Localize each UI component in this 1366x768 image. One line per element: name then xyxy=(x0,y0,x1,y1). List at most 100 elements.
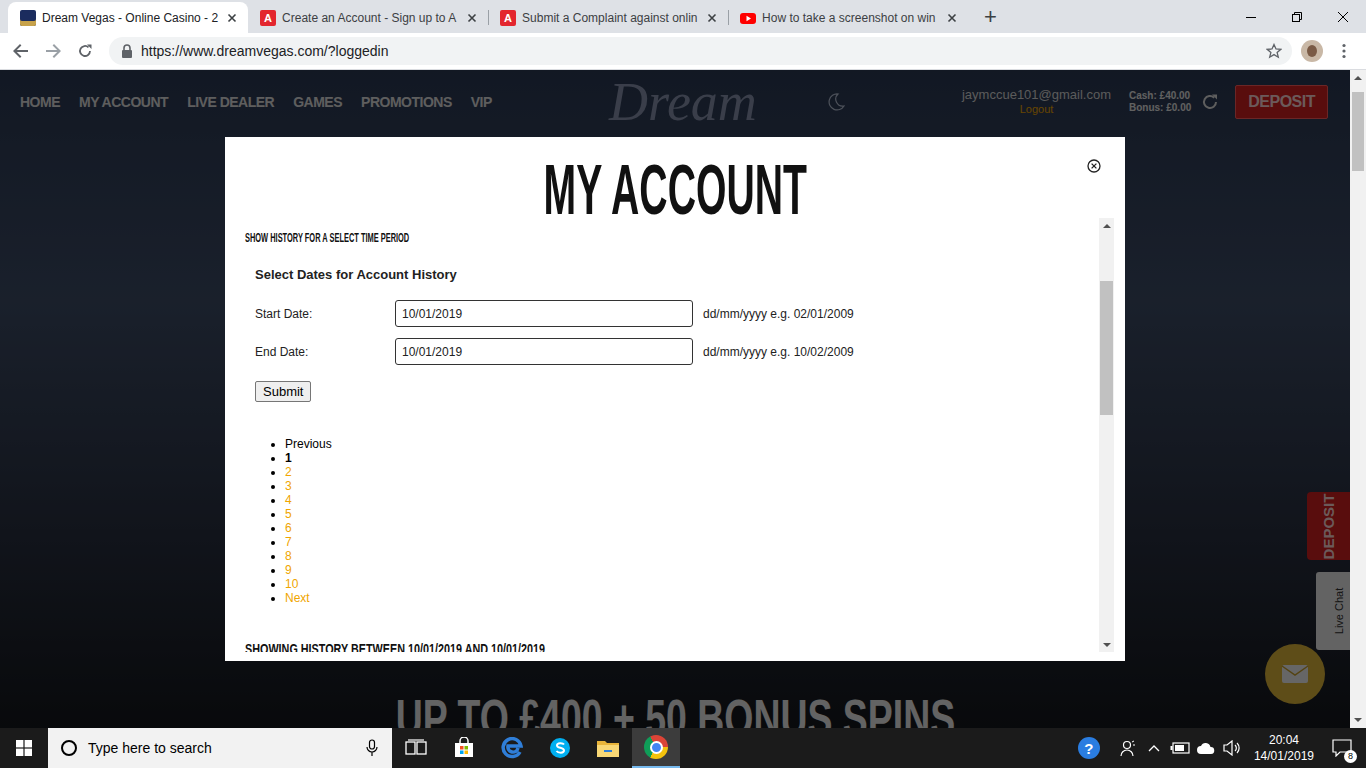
pagination-label: 7 xyxy=(285,535,292,549)
date-input[interactable] xyxy=(395,300,693,327)
browser-toolbar: https://www.dreamvegas.com/?loggedin xyxy=(0,33,1366,70)
desktop-screen: Dream Vegas - Online Casino - 2ACreate a… xyxy=(0,0,1366,768)
close-tab-icon[interactable] xyxy=(464,10,480,26)
lock-icon xyxy=(121,44,133,58)
reload-icon xyxy=(77,43,93,59)
down-arrow-icon xyxy=(1103,643,1111,647)
system-tray: ? 20:0414/01/2019 8 xyxy=(1078,728,1366,768)
close-tab-icon[interactable] xyxy=(944,10,960,26)
page-scroll-down[interactable] xyxy=(1350,712,1366,728)
page-scroll-thumb[interactable] xyxy=(1352,92,1364,170)
taskbar-app[interactable] xyxy=(392,728,440,768)
new-tab-button[interactable]: + xyxy=(972,0,1009,33)
scroll-down-button[interactable] xyxy=(1099,637,1114,652)
search-placeholder: Type here to search xyxy=(88,740,356,756)
taskbar-app[interactable] xyxy=(536,728,584,768)
pagination-item[interactable]: 9 xyxy=(285,563,1099,577)
scroll-up-button[interactable] xyxy=(1099,218,1114,233)
section-heading: SHOW HISTORY FOR A SELECT TIME PERIOD xyxy=(245,231,774,245)
pagination-item[interactable]: 2 xyxy=(285,465,1099,479)
restore-icon xyxy=(1292,12,1302,22)
onedrive-button[interactable] xyxy=(1194,741,1218,755)
pagination-item[interactable]: 7 xyxy=(285,535,1099,549)
browser-window: Dream Vegas - Online Casino - 2ACreate a… xyxy=(0,0,1366,728)
tab-strip-space xyxy=(1009,0,1228,33)
browser-tab[interactable]: Dream Vegas - Online Casino - 2 xyxy=(8,2,248,33)
browser-tab[interactable]: How to take a screenshot on win xyxy=(728,2,968,33)
down-arrow-icon xyxy=(1354,718,1362,722)
minimize-button[interactable] xyxy=(1228,0,1274,33)
date-input[interactable] xyxy=(395,338,693,365)
people-button[interactable] xyxy=(1116,739,1140,757)
pagination-label: 6 xyxy=(285,521,292,535)
action-center-button[interactable]: 8 xyxy=(1324,728,1360,768)
form-title: Select Dates for Account History xyxy=(255,267,1099,283)
search-circle-icon xyxy=(60,739,78,757)
forward-button[interactable] xyxy=(37,35,69,67)
taskbar-search[interactable]: Type here to search xyxy=(48,728,392,768)
close-tab-icon[interactable] xyxy=(704,10,720,26)
browser-tab[interactable]: ACreate an Account - Sign up to A xyxy=(248,2,488,33)
tab-list: Dream Vegas - Online Casino - 2ACreate a… xyxy=(0,0,968,33)
modal-scroll-area: SHOW HISTORY FOR A SELECT TIME PERIOD Sel… xyxy=(225,218,1099,652)
pagination-label: 1 xyxy=(285,451,292,465)
history-form: Select Dates for Account History Start Da… xyxy=(245,267,1099,402)
submit-button[interactable]: Submit xyxy=(255,381,311,402)
chevron-up-icon xyxy=(1148,744,1160,752)
reload-button[interactable] xyxy=(69,35,101,67)
browser-tab[interactable]: ASubmit a Complaint against onlin xyxy=(488,2,728,33)
modal-scrollbar[interactable] xyxy=(1099,218,1114,652)
skype-icon xyxy=(549,737,571,759)
pagination-item[interactable]: 3 xyxy=(285,479,1099,493)
pagination-label: 10 xyxy=(285,577,298,591)
star-icon[interactable] xyxy=(1266,43,1282,59)
forward-arrow-icon xyxy=(45,43,61,59)
pagination-label: 4 xyxy=(285,493,292,507)
start-button[interactable] xyxy=(0,728,48,768)
pagination-item: Previous xyxy=(285,437,1099,451)
page-scrollbar[interactable] xyxy=(1350,70,1366,728)
battery-button[interactable] xyxy=(1168,742,1192,754)
pagination-item[interactable]: 5 xyxy=(285,507,1099,521)
task-view-icon xyxy=(405,739,427,757)
pagination-item[interactable]: 10 xyxy=(285,577,1099,591)
youtube-favicon-icon xyxy=(740,10,756,26)
results-heading: SHOWING HISTORY BETWEEN 10/01/2019 AND 1… xyxy=(245,640,860,652)
casino-site: HOMEMY ACCOUNTLIVE DEALERGAMESPROMOTIONS… xyxy=(0,70,1350,728)
close-circle-icon[interactable] xyxy=(1087,159,1101,173)
profile-button[interactable] xyxy=(1296,35,1328,67)
pagination-item[interactable]: Next xyxy=(285,591,1099,605)
close-tab-icon[interactable] xyxy=(224,10,240,26)
askgamblers-favicon-icon: A xyxy=(500,10,516,26)
page-scroll-track[interactable] xyxy=(1350,86,1366,712)
close-window-button[interactable] xyxy=(1320,0,1366,33)
taskbar-app[interactable] xyxy=(488,728,536,768)
taskbar-app[interactable] xyxy=(584,728,632,768)
field-label: End Date: xyxy=(255,345,395,359)
volume-button[interactable] xyxy=(1220,740,1244,756)
tab-title: Create an Account - Sign up to A xyxy=(282,11,458,25)
scroll-thumb[interactable] xyxy=(1100,281,1113,414)
taskbar-app[interactable] xyxy=(440,728,488,768)
pagination-item[interactable]: 4 xyxy=(285,493,1099,507)
address-bar[interactable]: https://www.dreamvegas.com/?loggedin xyxy=(109,37,1292,65)
microphone-icon[interactable] xyxy=(366,739,378,757)
help-icon[interactable]: ? xyxy=(1078,737,1100,759)
notification-count: 8 xyxy=(1344,750,1357,763)
scroll-track[interactable] xyxy=(1099,233,1114,637)
battery-icon xyxy=(1170,742,1190,754)
folder-icon xyxy=(596,738,620,758)
pagination-item[interactable]: 8 xyxy=(285,549,1099,563)
restore-button[interactable] xyxy=(1274,0,1320,33)
back-button[interactable] xyxy=(5,35,37,67)
speaker-icon xyxy=(1223,740,1241,756)
date-field-row: Start Date:dd/mm/yyyy e.g. 02/01/2009 xyxy=(255,300,1099,327)
show-hidden-button[interactable] xyxy=(1142,744,1166,752)
tab-title: Dream Vegas - Online Casino - 2 xyxy=(42,11,218,25)
minimize-icon xyxy=(1246,12,1256,22)
page-scroll-up[interactable] xyxy=(1350,70,1366,86)
taskbar-app[interactable] xyxy=(632,728,680,768)
pagination-item[interactable]: 6 xyxy=(285,521,1099,535)
menu-button[interactable] xyxy=(1328,35,1360,67)
clock[interactable]: 20:0414/01/2019 xyxy=(1246,732,1322,764)
